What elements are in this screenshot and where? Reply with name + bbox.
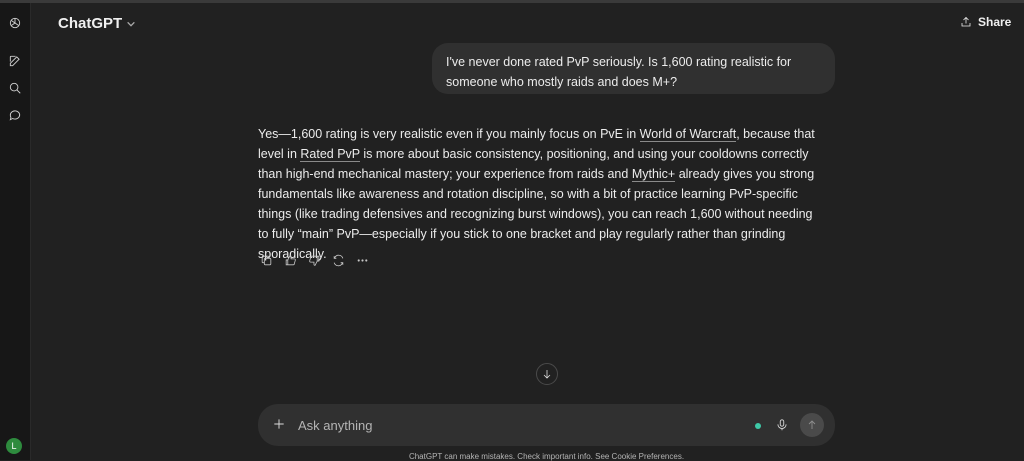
top-header: ChatGPT Share: [31, 3, 1024, 45]
scroll-to-bottom-button[interactable]: [536, 363, 558, 385]
thumbs-up-icon[interactable]: [282, 252, 298, 268]
send-button[interactable]: [800, 413, 824, 437]
sidebar-rail: L: [0, 3, 31, 460]
regenerate-icon[interactable]: [330, 252, 346, 268]
chevron-down-icon: [127, 21, 135, 27]
openai-logo-icon[interactable]: [6, 14, 24, 32]
prompt-input[interactable]: [298, 415, 738, 435]
arrow-down-icon: [543, 370, 551, 379]
model-selector[interactable]: ChatGPT: [58, 15, 136, 32]
voice-status-dot: [755, 423, 761, 429]
share-icon: [961, 16, 971, 27]
avatar[interactable]: L: [6, 438, 22, 454]
answer-link-rated-pvp[interactable]: Rated PvP: [300, 147, 360, 162]
answer-text: already gives you strong fundamentals li…: [258, 167, 815, 261]
attach-button[interactable]: [272, 417, 286, 431]
message-actions: [258, 252, 370, 268]
share-button[interactable]: Share: [960, 15, 1011, 29]
chat-bubble-icon[interactable]: [6, 106, 24, 124]
more-icon[interactable]: [354, 252, 370, 268]
share-label: Share: [978, 15, 1012, 29]
model-name: ChatGPT: [58, 15, 123, 32]
search-icon[interactable]: [6, 79, 24, 97]
new-chat-icon[interactable]: [6, 52, 24, 70]
assistant-message: Yes—1,600 rating is very realistic even …: [258, 124, 818, 264]
copy-icon[interactable]: [258, 252, 274, 268]
plus-icon: [274, 419, 284, 429]
microphone-icon[interactable]: [775, 417, 789, 433]
user-message: I've never done rated PvP seriously. Is …: [432, 43, 835, 94]
composer: [258, 404, 835, 446]
thumbs-down-icon[interactable]: [306, 252, 322, 268]
arrow-up-icon: [808, 420, 816, 429]
answer-link-world-of-warcraft[interactable]: World of Warcraft: [639, 127, 737, 142]
answer-link-mythic-plus[interactable]: Mythic+: [631, 167, 676, 182]
answer-text: Yes—1,600 rating is very realistic even …: [258, 127, 640, 141]
